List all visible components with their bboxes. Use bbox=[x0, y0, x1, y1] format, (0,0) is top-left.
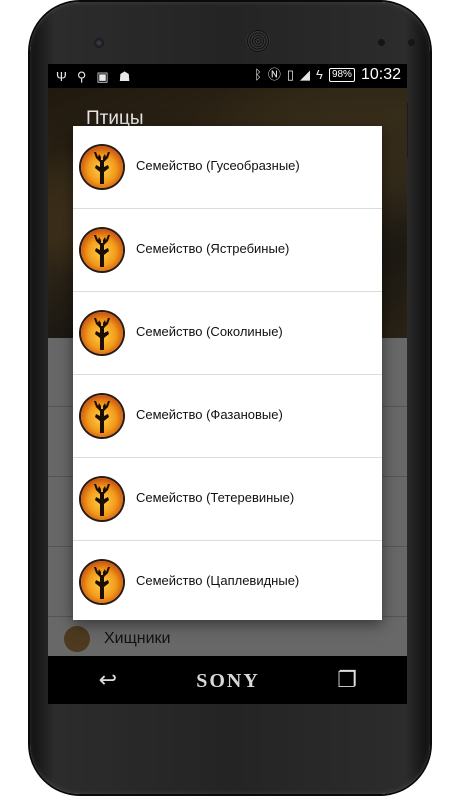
front-camera bbox=[94, 38, 104, 48]
list-item[interactable]: Семейство (Тетеревиные) bbox=[73, 458, 382, 541]
android-icon: ☗ bbox=[118, 69, 131, 84]
list-item[interactable]: Семейство (Цаплевидные) bbox=[73, 541, 382, 623]
charging-icon: ϟ bbox=[316, 67, 323, 82]
clock: 10:32 bbox=[360, 66, 401, 83]
brand-logo: SONY bbox=[196, 670, 260, 692]
list-item[interactable]: Семейство (Ястребиные) bbox=[73, 209, 382, 292]
list-item[interactable]: Семейство (Гусеобразные) bbox=[73, 126, 382, 209]
item-label: Семейство (Фазановые) bbox=[136, 407, 283, 422]
usb-icon: Ψ bbox=[56, 69, 67, 84]
item-label: Семейство (Тетеревиные) bbox=[136, 490, 295, 505]
deer-icon bbox=[81, 229, 123, 271]
battery-indicator: 98% bbox=[328, 68, 355, 82]
deer-icon bbox=[81, 146, 123, 188]
bluetooth-icon: ᛒ bbox=[254, 67, 262, 82]
list-item[interactable]: Семейство (Соколиные) bbox=[73, 292, 382, 375]
item-label: Семейство (Цаплевидные) bbox=[136, 573, 300, 588]
deer-icon bbox=[81, 561, 123, 603]
earpiece-speaker bbox=[246, 30, 270, 52]
list-item[interactable]: Семейство (Фазановые) bbox=[73, 375, 382, 458]
vibrate-icon: ▯ bbox=[286, 67, 295, 82]
family-select-dialog: Семейство (Гусеобразные) Семейство (Ястр… bbox=[73, 126, 382, 620]
item-label: Семейство (Ястребиные) bbox=[136, 241, 290, 256]
item-label: Семейство (Гусеобразные) bbox=[136, 158, 300, 173]
image-icon: ▣ bbox=[96, 69, 109, 84]
search-icon: ⚲ bbox=[76, 69, 87, 84]
deer-icon bbox=[81, 312, 123, 354]
signal-icon: ◢ bbox=[300, 67, 311, 82]
nfc-icon: Ⓝ bbox=[267, 67, 281, 82]
status-bar: Ψ ⚲ ▣ ☗ ᛒ Ⓝ ▯ ◢ ϟ 98% 10:32 bbox=[48, 64, 407, 88]
light-sensor bbox=[408, 39, 415, 46]
item-label: Семейство (Соколиные) bbox=[136, 324, 283, 339]
deer-icon bbox=[81, 478, 123, 520]
proximity-sensor bbox=[378, 39, 385, 46]
deer-icon bbox=[81, 395, 123, 437]
